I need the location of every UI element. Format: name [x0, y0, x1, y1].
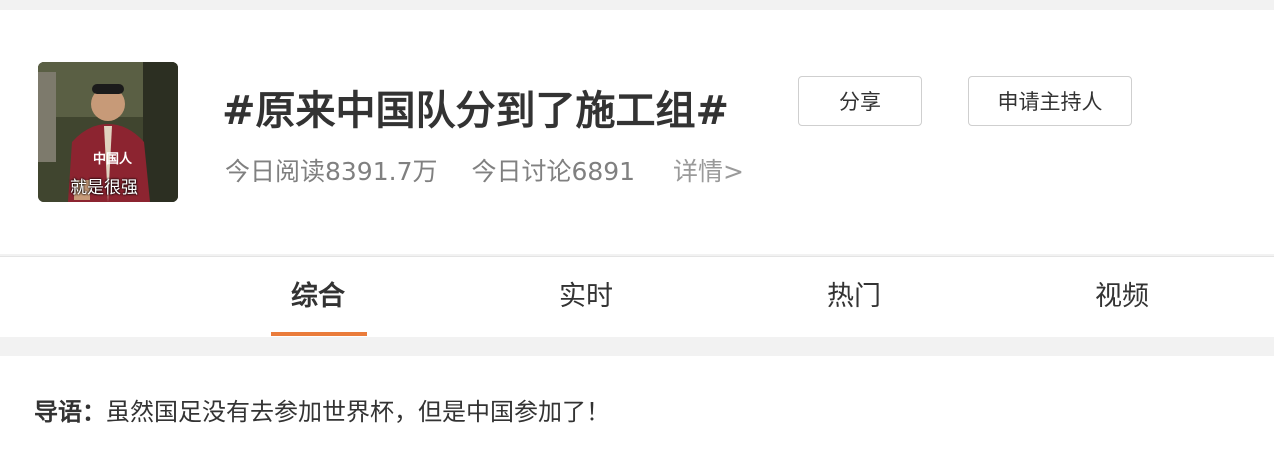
tab-realtime[interactable]: 实时	[526, 257, 646, 337]
discussion-count: 今日讨论6891	[471, 157, 636, 186]
tab-video[interactable]: 视频	[1062, 257, 1182, 337]
active-tab-indicator	[271, 332, 367, 336]
topic-avatar: 中国人 就是很强	[38, 62, 178, 202]
avatar-jacket-text: 中国人	[93, 152, 133, 167]
tab-comprehensive[interactable]: 综合	[258, 257, 378, 337]
topic-header: 中国人 就是很强 #原来中国队分到了施工组# 分享 申请主持人 今日阅读8391…	[0, 10, 1274, 254]
tab-hot[interactable]: 热门	[794, 257, 914, 337]
lead-label: 导语：	[34, 398, 106, 426]
share-button[interactable]: 分享	[798, 76, 922, 126]
lead-text: 导语：虽然国足没有去参加世界杯，但是中国参加了！	[34, 392, 610, 427]
reads-count: 今日阅读8391.7万	[225, 157, 438, 186]
lead-section: 导语：虽然国足没有去参加世界杯，但是中国参加了！	[0, 356, 1274, 450]
details-link[interactable]: 详情>	[673, 152, 744, 188]
avatar-caption: 就是很强	[70, 178, 138, 198]
lead-content: 虽然国足没有去参加世界杯，但是中国参加了！	[106, 398, 610, 426]
topic-stats: 今日阅读8391.7万 今日讨论6891 详情>	[225, 152, 744, 188]
page-title: #原来中国队分到了施工组#	[222, 88, 730, 134]
topic-page: 中国人 就是很强 #原来中国队分到了施工组# 分享 申请主持人 今日阅读8391…	[0, 0, 1274, 450]
apply-host-button[interactable]: 申请主持人	[968, 76, 1132, 126]
tab-bar: 综合 实时 热门 视频	[0, 256, 1274, 337]
